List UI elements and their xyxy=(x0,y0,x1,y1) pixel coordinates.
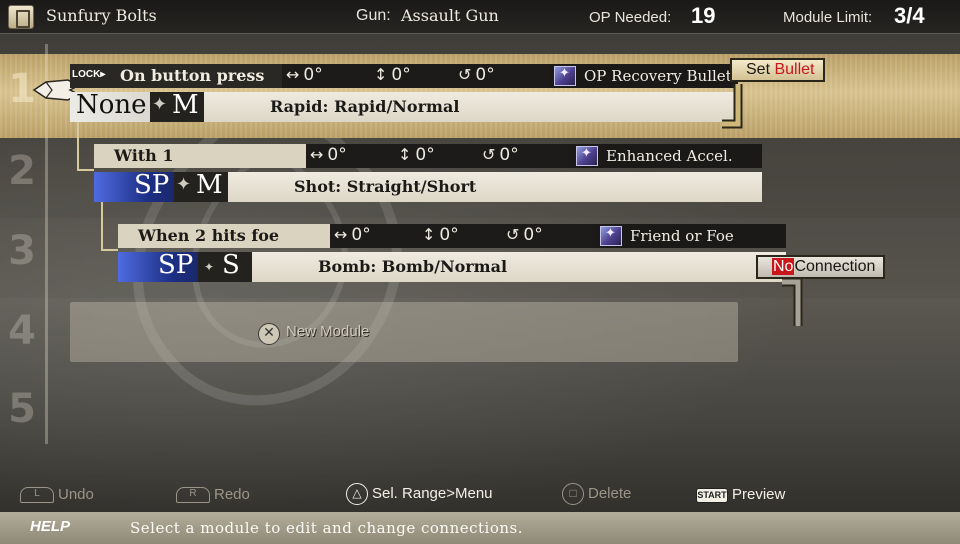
new-module-slot[interactable]: ✕ New Module xyxy=(70,302,738,362)
horizontal-arrow-icon: ↔ xyxy=(310,145,324,164)
r-button-icon: R xyxy=(176,487,210,504)
bullet-type: Rapid: Rapid/Normal xyxy=(270,97,460,116)
chip-size: S xyxy=(222,250,240,280)
rotation-icon: ↺ xyxy=(506,225,520,244)
condition-text: With 1 xyxy=(114,146,174,165)
help-bar: HELP Select a module to edit and change … xyxy=(0,512,960,544)
chip-type: SP xyxy=(158,250,194,280)
horizontal-angle: ↔ 0° xyxy=(310,145,347,165)
bullet-type: Shot: Straight/Short xyxy=(294,177,477,196)
bullet-chip: SP ✦ M xyxy=(94,170,228,202)
module-1[interactable]: LOCK▸ On button press ↔0° ↕0° ↺0° OP Rec… xyxy=(70,64,738,122)
module-condition: When 2 hits foe xyxy=(118,224,330,248)
condition-text: On button press xyxy=(120,66,265,85)
effect-icon xyxy=(554,66,576,86)
module-effect: Friend or Foe xyxy=(596,224,786,248)
horizontal-arrow-icon: ↔ xyxy=(334,225,348,244)
vertical-angle: ↕ 0° xyxy=(374,65,411,85)
rotation-icon: ↺ xyxy=(458,65,472,84)
rotation-icon: ↺ xyxy=(482,145,496,164)
no-connection-button[interactable]: NoConnection xyxy=(756,255,886,279)
help-text: Select a module to edit and change conne… xyxy=(130,519,523,537)
effect-text: Enhanced Accel. xyxy=(606,147,733,165)
chip-separator-icon: ✦ xyxy=(204,260,215,274)
no-connection-bracket xyxy=(782,277,803,326)
preview-button[interactable]: START Preview xyxy=(696,486,785,503)
delete-button[interactable]: □ Delete xyxy=(562,483,631,505)
module-2[interactable]: With 1 ↔0° ↕0° ↺0° Enhanced Accel. SP ✦ … xyxy=(94,144,762,202)
vertical-arrow-icon: ↕ xyxy=(422,225,436,244)
module-effect: OP Recovery Bullet xyxy=(550,64,738,88)
set-bullet-bracket xyxy=(722,84,743,129)
new-module-label: New Module xyxy=(286,323,370,340)
start-button-icon: START xyxy=(696,487,728,503)
effect-text: OP Recovery Bullet xyxy=(584,67,732,85)
effect-icon xyxy=(576,146,598,166)
vertical-arrow-icon: ↕ xyxy=(398,145,412,164)
triangle-button-icon: △ xyxy=(346,483,368,505)
vertical-angle: ↕ 0° xyxy=(398,145,435,165)
help-label: HELP xyxy=(30,518,71,535)
vertical-arrow-icon: ↕ xyxy=(374,65,388,84)
chip-size: M xyxy=(172,90,199,120)
cross-button-icon: ✕ xyxy=(258,323,280,345)
select-range-menu-button[interactable]: △ Sel. Range>Menu xyxy=(346,483,493,505)
rotation-angle: ↺ 0° xyxy=(506,225,543,245)
module-3[interactable]: When 2 hits foe ↔0° ↕0° ↺0° Friend or Fo… xyxy=(118,224,786,282)
rotation-angle: ↺ 0° xyxy=(458,65,495,85)
horizontal-arrow-icon: ↔ xyxy=(286,65,300,84)
module-condition: LOCK▸ On button press xyxy=(70,64,282,88)
chip-separator-icon: ✦ xyxy=(152,94,168,115)
lock-label: LOCK▸ xyxy=(72,69,106,80)
bullet-chip: SP ✦ S xyxy=(118,250,252,282)
square-button-icon: □ xyxy=(562,483,584,505)
bullet-line: SP ✦ M Shot: Straight/Short xyxy=(94,170,762,202)
module-effect: Enhanced Accel. xyxy=(572,144,762,168)
redo-button[interactable]: R Redo xyxy=(176,486,250,504)
undo-button[interactable]: L Undo xyxy=(20,486,94,504)
chip-type: SP xyxy=(134,170,170,200)
chip-separator-icon: ✦ xyxy=(176,174,192,195)
module-stats: ↔ 0° ↕ 0° ↺ 0° xyxy=(306,144,574,168)
condition-text: When 2 hits foe xyxy=(138,226,280,245)
effect-text: Friend or Foe xyxy=(630,227,734,245)
bullet-line: SP ✦ S Bomb: Bomb/Normal xyxy=(118,250,786,282)
module-stats: ↔ 0° ↕ 0° ↺ 0° xyxy=(330,224,598,248)
controls-bar: L Undo R Redo △ Sel. Range>Menu □ Delete STA… xyxy=(0,476,960,512)
rotation-angle: ↺ 0° xyxy=(482,145,519,165)
vertical-angle: ↕ 0° xyxy=(422,225,459,245)
bullet-line: None ✦ M Rapid: Rapid/Normal xyxy=(70,90,738,122)
bullet-chip: None ✦ M xyxy=(70,90,204,122)
module-stats: ↔ 0° ↕ 0° ↺ 0° xyxy=(282,64,550,88)
horizontal-angle: ↔ 0° xyxy=(286,65,323,85)
chip-type: None xyxy=(76,90,147,120)
horizontal-angle: ↔ 0° xyxy=(334,225,371,245)
set-bullet-button[interactable]: Set Bullet xyxy=(730,58,825,82)
module-condition: With 1 xyxy=(94,144,306,168)
bullet-type: Bomb: Bomb/Normal xyxy=(318,257,508,276)
l-button-icon: L xyxy=(20,487,54,504)
chip-size: M xyxy=(196,170,223,200)
effect-icon xyxy=(600,226,622,246)
